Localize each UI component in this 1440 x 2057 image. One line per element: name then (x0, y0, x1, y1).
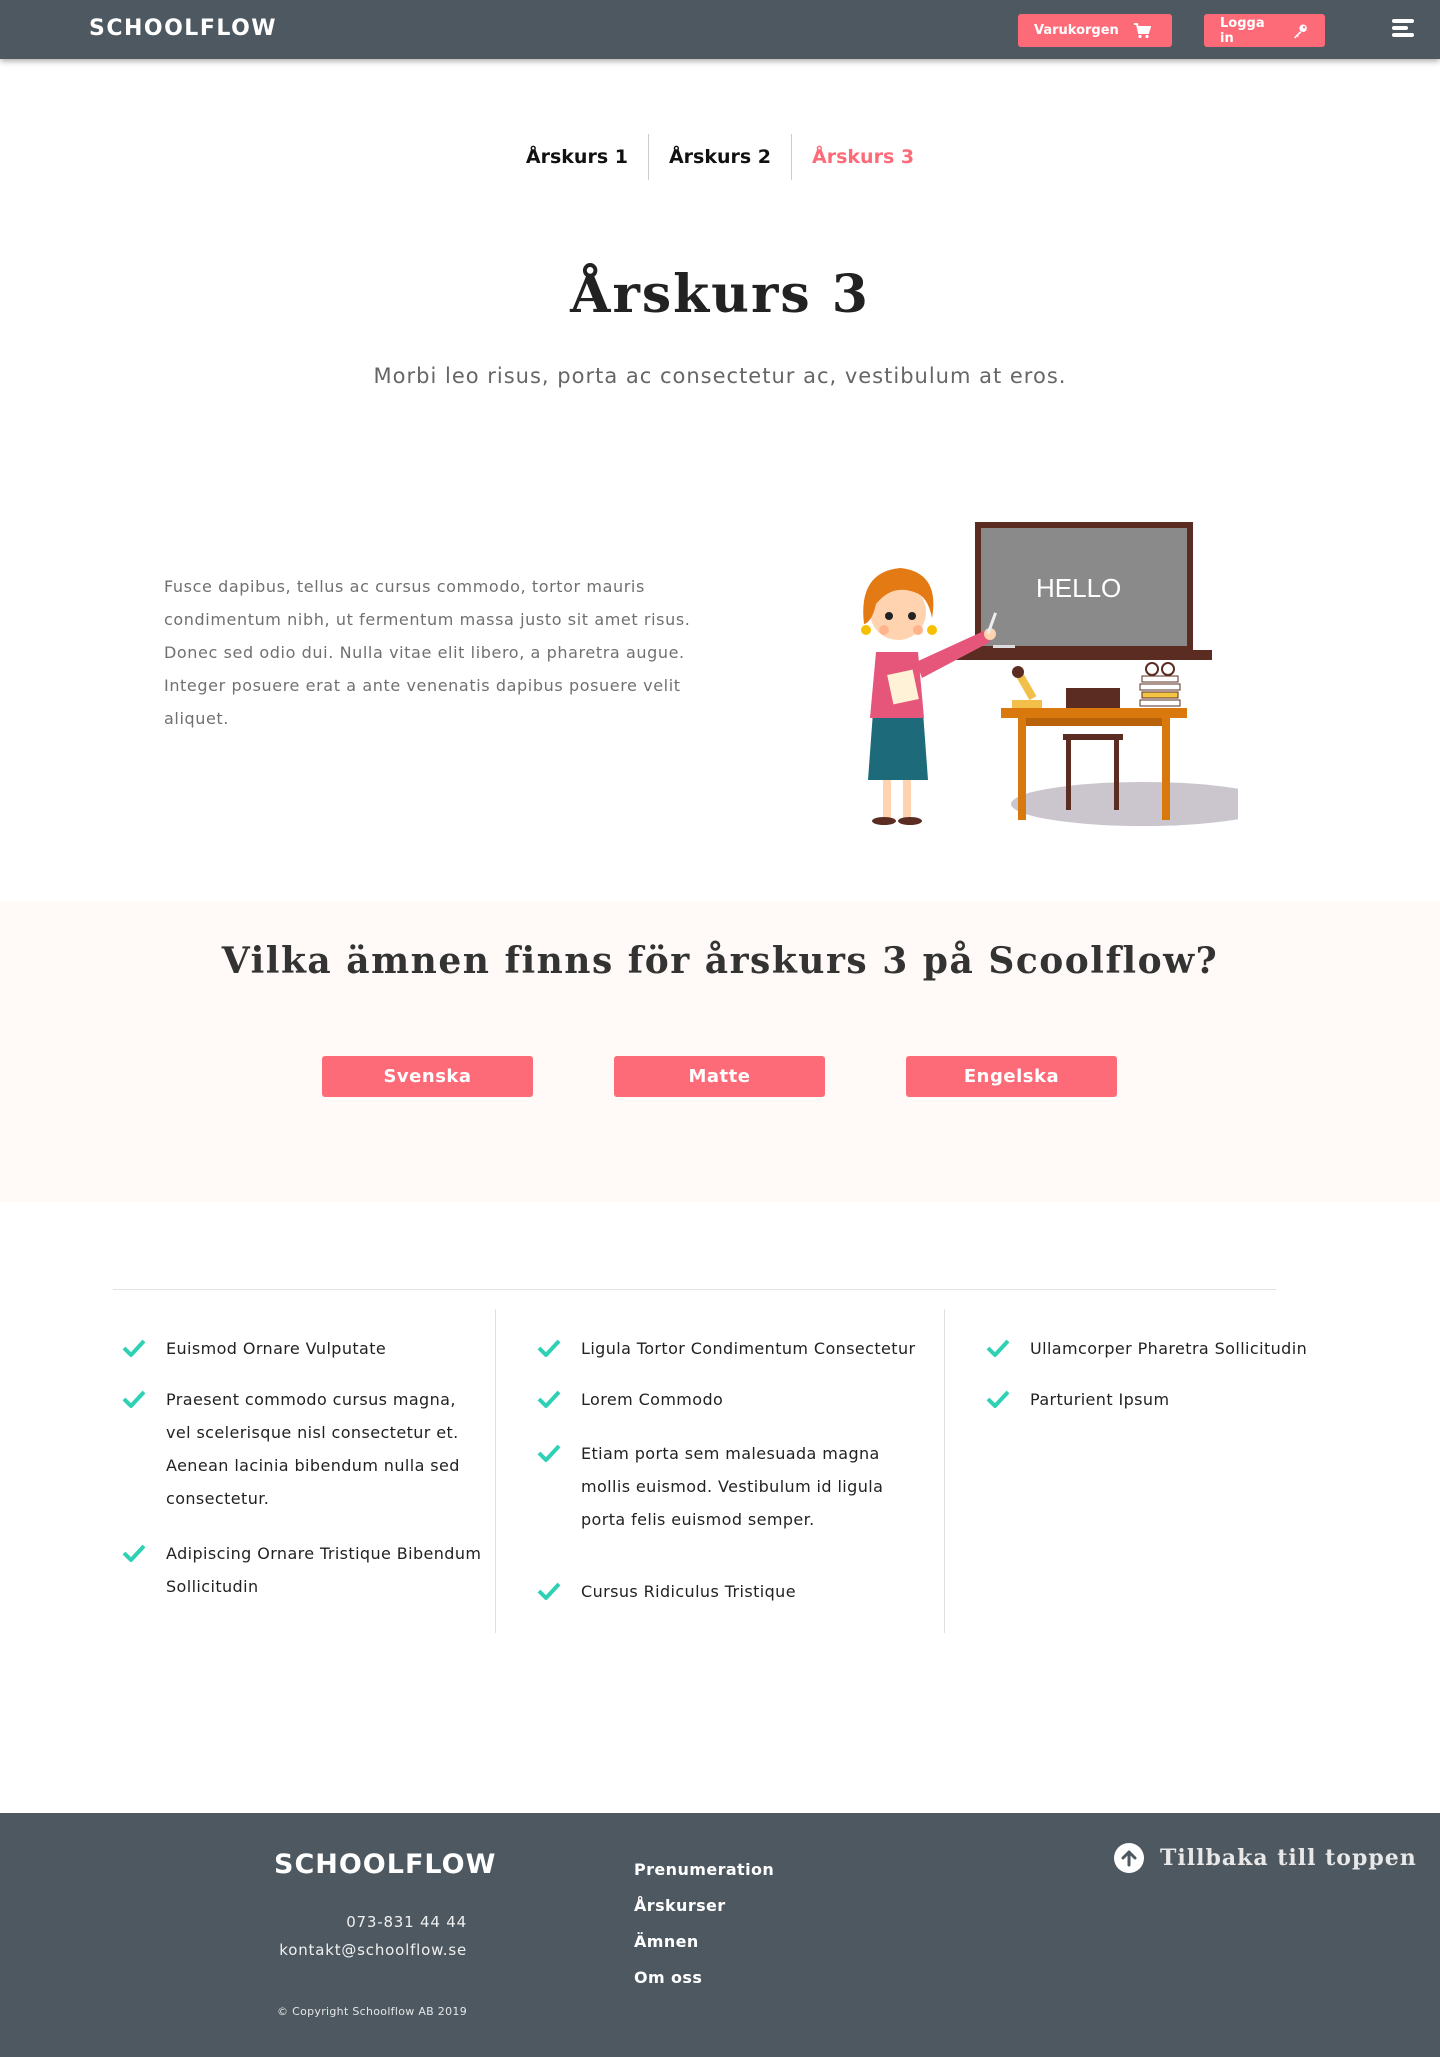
feature-item: Euismod Ornare Vulputate (122, 1332, 482, 1365)
page-subtitle: Morbi leo risus, porta ac consectetur ac… (373, 364, 1067, 388)
teacher-illustration: HELLO (861, 522, 1238, 826)
tab-arskurs-2[interactable]: Årskurs 2 (647, 134, 791, 180)
feature-text: Cursus Ridiculus Tristique (581, 1582, 796, 1601)
feature-text: Ligula Tortor Condimentum Consectetur (581, 1339, 916, 1358)
footer-link-om-oss[interactable]: Om oss (634, 1968, 702, 1987)
feature-text: Parturient Ipsum (1030, 1390, 1170, 1409)
footer-copyright: © Copyright Schoolflow AB 2019 (277, 2005, 467, 2018)
footer-link-amnen[interactable]: Ämnen (634, 1932, 699, 1951)
footer-phone[interactable]: 073-831 44 44 (267, 1913, 467, 1931)
tab-arskurs-3[interactable]: Årskurs 3 (791, 134, 934, 180)
checkmark-icon (986, 1390, 1010, 1408)
column-divider (495, 1309, 496, 1633)
checkmark-icon (537, 1339, 561, 1357)
checkmark-icon (537, 1390, 561, 1408)
key-icon (1294, 24, 1308, 38)
feature-text: Praesent commodo cursus magna, vel scele… (166, 1390, 460, 1508)
feature-text: Etiam porta sem malesuada magna mollis e… (581, 1444, 884, 1529)
feature-item: Ligula Tortor Condimentum Consectetur (537, 1332, 937, 1365)
checkmark-icon (122, 1544, 146, 1562)
cart-button[interactable]: Varukorgen (1018, 14, 1172, 47)
cart-icon (1133, 22, 1151, 38)
tab-arskurs-1[interactable]: Årskurs 1 (506, 134, 648, 180)
subject-button-engelska[interactable]: Engelska (906, 1056, 1117, 1097)
subject-button-matte[interactable]: Matte (614, 1056, 825, 1097)
checkmark-icon (122, 1390, 146, 1408)
feature-text: Adipiscing Ornare Tristique Bibendum Sol… (166, 1544, 482, 1596)
back-to-top-label: Tillbaka till toppen (1160, 1845, 1417, 1871)
footer-link-prenumeration[interactable]: Prenumeration (634, 1860, 774, 1879)
top-navbar: SCHOOLFLOW Varukorgen Logga in (0, 0, 1440, 59)
checkmark-icon (537, 1582, 561, 1600)
features-divider (113, 1289, 1276, 1290)
checkmark-icon (122, 1339, 146, 1357)
feature-text: Lorem Commodo (581, 1390, 724, 1409)
feature-item: Etiam porta sem malesuada magna mollis e… (537, 1437, 907, 1536)
subject-button-svenska[interactable]: Svenska (322, 1056, 533, 1097)
login-button[interactable]: Logga in (1204, 14, 1325, 47)
feature-item: Ullamcorper Pharetra Sollicitudin (986, 1332, 1426, 1365)
feature-item: Lorem Commodo (537, 1383, 937, 1416)
feature-text: Euismod Ornare Vulputate (166, 1339, 387, 1358)
footer-email[interactable]: kontakt@schoolflow.se (227, 1941, 467, 1959)
footer-link-arskurser[interactable]: Årskurser (634, 1896, 726, 1915)
feature-text: Ullamcorper Pharetra Sollicitudin (1030, 1339, 1308, 1358)
checkmark-icon (986, 1339, 1010, 1357)
column-divider (944, 1309, 945, 1633)
cart-button-label: Varukorgen (1034, 23, 1119, 38)
page-title: Årskurs 3 (570, 264, 870, 325)
site-logo[interactable]: SCHOOLFLOW (89, 16, 277, 41)
subjects-heading: Vilka ämnen finns för årskurs 3 på Scool… (221, 940, 1219, 982)
grade-tabs: Årskurs 1 Årskurs 2 Årskurs 3 (0, 134, 1440, 180)
back-to-top-button[interactable]: Tillbaka till toppen (1114, 1843, 1417, 1873)
login-button-label: Logga in (1220, 15, 1265, 46)
hamburger-menu-icon[interactable] (1392, 19, 1414, 41)
arrow-up-circle-icon (1114, 1843, 1144, 1873)
feature-item: Parturient Ipsum (986, 1383, 1426, 1416)
site-footer: SCHOOLFLOW 073-831 44 44 kontakt@schoolf… (0, 1813, 1440, 2057)
footer-logo: SCHOOLFLOW (274, 1849, 497, 1880)
feature-item: Cursus Ridiculus Tristique (537, 1575, 937, 1608)
feature-item: Praesent commodo cursus magna, vel scele… (122, 1383, 482, 1515)
checkmark-icon (537, 1444, 561, 1462)
feature-item: Adipiscing Ornare Tristique Bibendum Sol… (122, 1537, 482, 1603)
chalkboard-text: HELLO (1036, 573, 1121, 603)
intro-paragraph: Fusce dapibus, tellus ac cursus commodo,… (164, 577, 691, 728)
